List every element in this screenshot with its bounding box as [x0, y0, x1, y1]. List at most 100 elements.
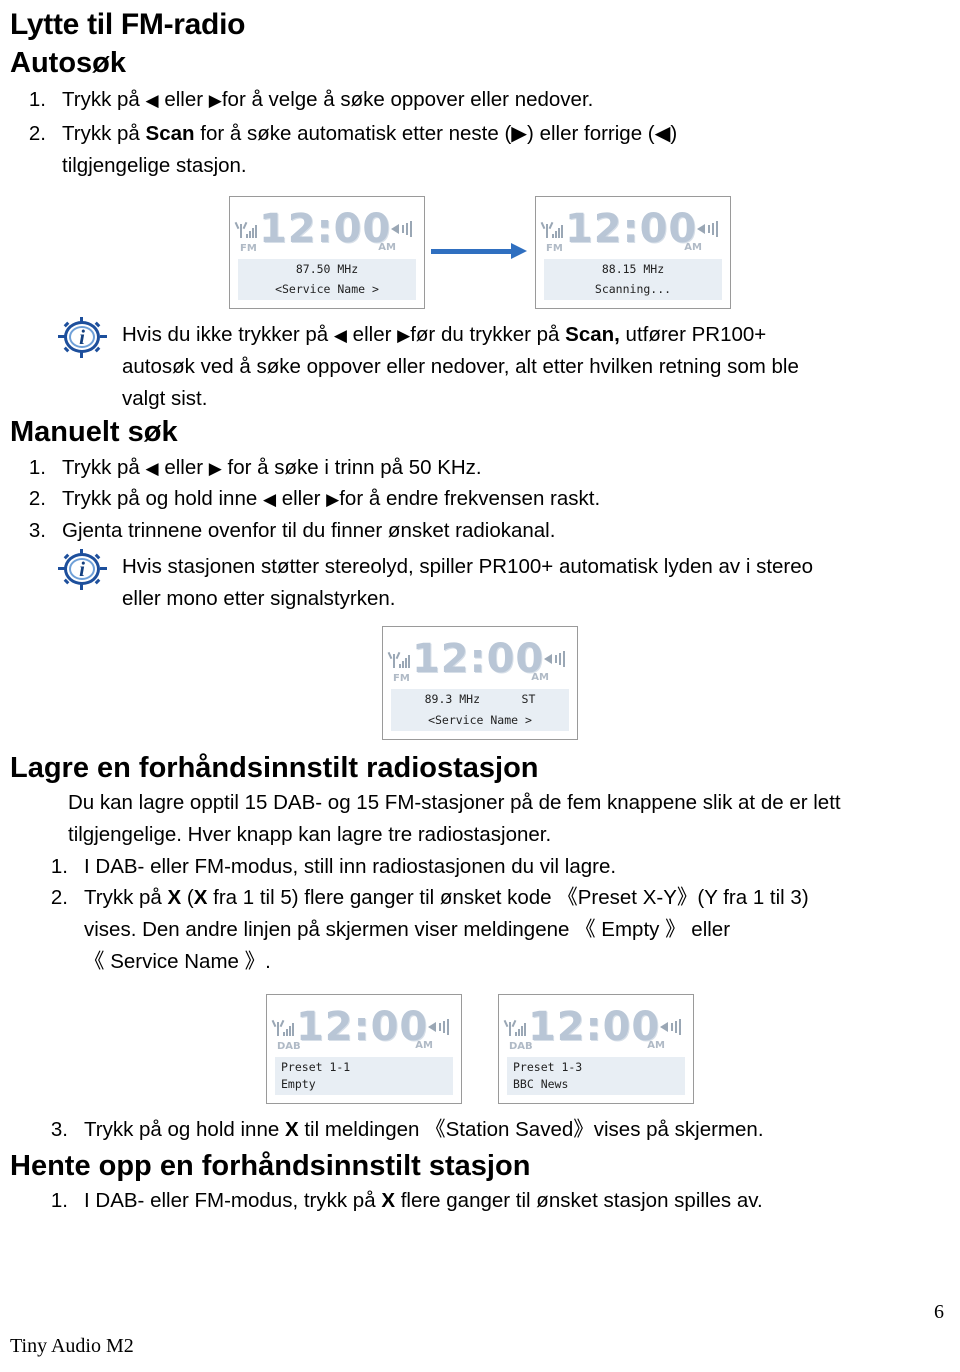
lcd-service-line: <Service Name >	[391, 710, 569, 731]
lcd-preset-block: Preset 1-3 BBC News	[507, 1056, 685, 1096]
triangle-right-icon: ▶	[208, 91, 222, 111]
lcd-preset-code: Preset 1-1	[281, 1059, 351, 1074]
intro-line-2: tilgjengelige. Hver knapp kan lagre tre …	[68, 822, 552, 846]
lcd-band-label: FM	[393, 673, 410, 685]
note-line-2: eller mono etter signalstyrken.	[122, 586, 396, 610]
autosearch-steps: 1. Trykk på ◀ eller ▶for å velge å søke …	[0, 84, 960, 181]
section-heading-preset-recall: Hente opp en forhåndsinnstilt stasjon	[10, 1150, 531, 1182]
note-line-1: Hvis du ikke trykker på ◀ eller ▶før du …	[122, 319, 946, 351]
signal-icon	[507, 1016, 528, 1038]
step-text-post: til meldingen 《Station Saved》vises på sk…	[298, 1118, 764, 1142]
note-text: Hvis stasjonen støtter stereolyd, spille…	[122, 551, 960, 615]
lcd-clock: 12:00	[295, 1003, 429, 1050]
lcd-ampm-label: AM	[415, 1039, 433, 1051]
lcd-clock: 12:00	[527, 1003, 661, 1050]
step-line-2: vises. Den andre linjen på skjermen vise…	[84, 918, 731, 942]
step-text: Trykk på ◀ eller ▶for å velge å søke opp…	[62, 84, 960, 116]
lcd-service-line: <Service Name >	[238, 279, 416, 300]
lcd-clock: 12:00	[564, 205, 698, 252]
step-text: Trykk på X (X fra 1 til 5) flere ganger …	[84, 882, 960, 977]
step-line1-post: fra 1 til 5) flere ganger til ønsket kod…	[207, 886, 809, 910]
step-line1-mid: (	[181, 886, 194, 910]
preset-store-intro: Du kan lagre opptil 15 DAB- og 15 FM-sta…	[68, 787, 946, 851]
lcd-top-row: 12:00 FM AM	[544, 203, 722, 255]
list-item: 2. Trykk på og hold inne ◀ eller ▶for å …	[0, 483, 960, 515]
step-text: Gjenta trinnene ovenfor til du finner øn…	[62, 519, 556, 543]
list-item: 1. I DAB- eller FM-modus, still inn radi…	[22, 851, 960, 883]
step-text-pre: I DAB- eller FM-modus, trykk på	[84, 1189, 382, 1213]
lcd-ampm-label: AM	[378, 241, 396, 253]
page-number: 6	[934, 1301, 944, 1323]
footer-text: Tiny Audio M2	[10, 1335, 134, 1357]
step-text-post: for å søke i trinn på 50 KHz.	[221, 455, 482, 479]
lcd-band-label: FM	[240, 242, 257, 254]
intro-line-1: Du kan lagre opptil 15 DAB- og 15 FM-sta…	[68, 791, 841, 815]
step-text: Trykk på Scan for å søke automatisk ette…	[62, 118, 960, 182]
triangle-right-icon: ▶	[397, 325, 411, 345]
step2-post: for å søke automatisk etter neste (▶) el…	[194, 122, 678, 146]
signal-icon	[238, 218, 259, 240]
step-number: 1.	[50, 1189, 68, 1213]
speaker-icon	[544, 649, 569, 669]
speaker-icon	[428, 1017, 453, 1037]
speaker-icon	[391, 219, 416, 239]
lcd-display-1: 12:00 FM AM 87.50 MHz <Service Name >	[229, 195, 425, 309]
note-line1-mid: eller	[346, 322, 398, 346]
note-text: Hvis du ikke trykker på ◀ eller ▶før du …	[122, 319, 960, 414]
step-number: 1.	[28, 88, 46, 112]
lcd-display-4: 12:00 DAB AM Preset 1-1 Empty	[266, 993, 462, 1105]
lcd-display-2: 12:00 FM AM 88.15 MHz Scanning...	[535, 195, 731, 309]
triangle-left-icon: ◀	[145, 458, 159, 478]
lcd-status-line: Scanning...	[544, 279, 722, 300]
lcd-ampm-label: AM	[684, 241, 702, 253]
lcd-clock: 12:00	[411, 636, 545, 683]
step2-line2: tilgjengelige stasjon.	[62, 153, 247, 177]
lcd-top-row: 12:00 DAB AM	[275, 1001, 453, 1053]
note-stereo: i Hvis stasjonen støtter stereolyd, spil…	[0, 548, 960, 615]
preset-store-step3: 3. Trykk på og hold inne X til meldingen…	[22, 1114, 960, 1146]
step-text-mid: eller	[158, 455, 209, 479]
lcd-band-label: FM	[546, 242, 563, 254]
list-item: 1. I DAB- eller FM-modus, trykk på X fle…	[22, 1185, 960, 1217]
preset-recall-steps: 1. I DAB- eller FM-modus, trykk på X fle…	[22, 1185, 960, 1217]
step-text-pre: Trykk på og hold inne	[62, 487, 263, 511]
lcd-frequency-line: 89.3 MHz ST	[391, 689, 569, 711]
step-text-mid: eller	[158, 88, 209, 112]
lcd-band-label: DAB	[509, 1040, 533, 1052]
triangle-left-icon: ◀	[145, 91, 159, 111]
note-line1-post: før du trykker på	[410, 322, 566, 346]
lcd-display-3: 12:00 FM AM 89.3 MHz ST <Service Name >	[382, 626, 578, 740]
preset-key-label: X	[193, 886, 208, 910]
manual-steps: 1. Trykk på ◀ eller ▶ for å søke i trinn…	[0, 452, 960, 547]
triangle-right-icon: ▶	[208, 458, 222, 478]
note-autosearch: i Hvis du ikke trykker på ◀ eller ▶før d…	[0, 316, 960, 414]
triangle-left-icon: ◀	[262, 490, 277, 510]
lcd-single-manual: 12:00 FM AM 89.3 MHz ST <Service Name >	[0, 626, 960, 740]
arrow-right-icon	[425, 241, 535, 263]
section-heading-manual: Manuelt søk	[10, 416, 178, 449]
triangle-left-icon: ◀	[333, 325, 347, 345]
lcd-frequency-line: 88.15 MHz	[544, 258, 722, 280]
preset-key-label: X	[284, 1118, 299, 1142]
step-text-post: for å velge å søke oppover eller nedover…	[221, 88, 594, 112]
signal-icon	[544, 218, 565, 240]
page-title: Lytte til FM-radio	[10, 8, 246, 41]
step-text: Trykk på og hold inne X til meldingen 《S…	[84, 1114, 960, 1146]
scan-button-label: Scan,	[565, 322, 620, 346]
list-item: 1. Trykk på ◀ eller ▶for å velge å søke …	[0, 84, 960, 116]
step-text-pre: Trykk på	[62, 88, 146, 112]
lcd-ampm-label: AM	[531, 672, 549, 684]
signal-icon	[275, 1016, 296, 1038]
speaker-icon	[660, 1017, 685, 1037]
section-heading-autosearch: Autosøk	[10, 47, 126, 79]
lcd-band-label: DAB	[277, 1040, 301, 1052]
lcd-ampm-label: AM	[647, 1039, 665, 1051]
preset-store-steps: 1. I DAB- eller FM-modus, still inn radi…	[22, 851, 960, 978]
info-icon: i	[58, 316, 122, 361]
preset-key-label: X	[381, 1189, 395, 1213]
step-text-pre: Trykk på	[62, 455, 146, 479]
list-item: 1. Trykk på ◀ eller ▶ for å søke i trinn…	[0, 452, 960, 484]
step-line-1: Trykk på X (X fra 1 til 5) flere ganger …	[84, 882, 946, 914]
step-text: Trykk på og hold inne ◀ eller ▶for å end…	[62, 483, 960, 515]
step-text-post: flere ganger til ønsket stasjon spilles …	[395, 1189, 763, 1213]
